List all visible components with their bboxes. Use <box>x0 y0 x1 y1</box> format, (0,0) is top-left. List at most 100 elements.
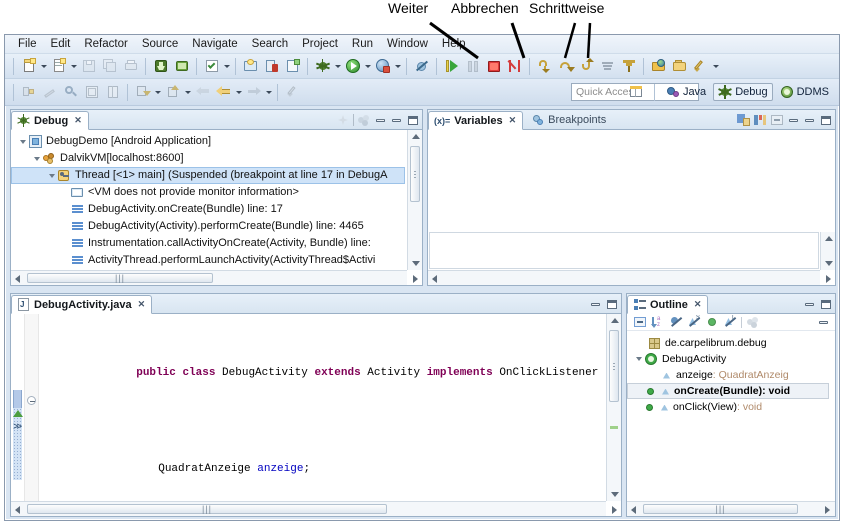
editor-marker-gutter[interactable]: ≫ <box>11 314 25 501</box>
tab-debugactivity-java[interactable]: J DebugActivity.java ✕ <box>11 295 153 314</box>
scroll-thumb[interactable]: ||| <box>27 504 387 514</box>
next-annotation-dropdown[interactable] <box>153 82 162 103</box>
annotation-button[interactable] <box>39 82 60 103</box>
minimize-icon[interactable] <box>803 114 816 127</box>
variables-detail-pane[interactable] <box>429 232 819 269</box>
scroll-thumb[interactable]: ||| <box>27 273 213 283</box>
fold-collapse-icon[interactable] <box>27 396 36 405</box>
prev-annotation-dropdown[interactable] <box>183 82 192 103</box>
hide-local-types-icon[interactable]: L <box>723 315 737 329</box>
outline-row-method-oncreate[interactable]: onCreate(Bundle) : void <box>627 383 829 399</box>
editor-vertical-scrollbar[interactable] <box>606 314 621 501</box>
scroll-right-button[interactable] <box>821 503 834 516</box>
scroll-left-button[interactable] <box>627 503 640 516</box>
expand-twisty[interactable] <box>17 139 28 144</box>
search-next-button[interactable] <box>60 82 81 103</box>
scroll-right-button[interactable] <box>608 503 621 516</box>
scroll-up-button[interactable] <box>409 130 422 143</box>
view-menu-icon[interactable] <box>787 114 800 127</box>
debug-vertical-scrollbar[interactable] <box>407 130 422 270</box>
view-menu-icon[interactable] <box>817 316 830 329</box>
expand-twisty[interactable] <box>31 156 42 161</box>
variables-vertical-scrollbar[interactable] <box>820 232 835 270</box>
view-menu-icon[interactable] <box>374 114 387 127</box>
tab-debug[interactable]: Debug ✕ <box>11 111 89 130</box>
hide-nonpublic-icon[interactable] <box>705 315 719 329</box>
scroll-right-button[interactable] <box>409 272 422 285</box>
minimize-icon[interactable] <box>390 114 403 127</box>
tree-node-vm[interactable]: DalvikVM[localhost:8600] <box>11 150 407 167</box>
outline-row-field-anzeige[interactable]: anzeige : QuadratAnzeig <box>627 367 835 383</box>
outline-horizontal-scrollbar[interactable]: ||| <box>627 501 835 516</box>
scroll-up-button[interactable] <box>608 314 621 327</box>
scroll-left-button[interactable] <box>11 272 24 285</box>
tree-node-frame-4[interactable]: ActivityThread.performLaunchActivity(Act… <box>11 252 407 269</box>
forward-yellow-dropdown[interactable] <box>234 82 243 103</box>
tree-node-frame-1[interactable]: DebugActivity.onCreate(Bundle) line: 17 <box>11 201 407 218</box>
scroll-left-button[interactable] <box>11 503 24 516</box>
view-collapse-icon[interactable] <box>770 113 784 127</box>
scroll-up-button[interactable] <box>822 232 835 245</box>
breadcrumb-button[interactable] <box>18 82 39 103</box>
scroll-down-button[interactable] <box>409 257 422 270</box>
remove-all-terminated-icon[interactable] <box>336 113 350 127</box>
breakpoint-marker-icon[interactable] <box>13 410 23 417</box>
tree-node-monitor[interactable]: <VM does not provide monitor information… <box>11 184 407 201</box>
tree-node-thread[interactable]: Thread [<1> main] (Suspended (breakpoint… <box>11 167 405 184</box>
scroll-down-button[interactable] <box>822 257 835 270</box>
link-with-editor-icon[interactable] <box>746 315 760 329</box>
view-a-button[interactable] <box>81 82 102 103</box>
outline-row-method-onclick[interactable]: onClick(View) : void <box>627 399 835 415</box>
outline-row-class[interactable]: DebugActivity <box>627 351 835 367</box>
expand-twisty[interactable] <box>46 173 57 178</box>
debug-horizontal-scrollbar[interactable]: ||| <box>11 270 418 285</box>
expand-twisty[interactable] <box>633 357 644 361</box>
outline-row-package[interactable]: de.carpelibrum.debug <box>627 335 835 351</box>
close-icon[interactable]: ✕ <box>74 115 82 126</box>
tree-node-launch[interactable]: DebugDemo [Android Application] <box>11 133 407 150</box>
tab-outline[interactable]: Outline ✕ <box>627 295 709 314</box>
minimize-icon[interactable] <box>803 298 816 311</box>
close-icon[interactable]: ✕ <box>138 299 146 310</box>
tree-node-frame-2[interactable]: DebugActivity(Activity).performCreate(Bu… <box>11 218 407 235</box>
view-b-button[interactable] <box>102 82 123 103</box>
maximize-icon[interactable] <box>819 298 832 311</box>
collapse-all-icon[interactable] <box>753 113 767 127</box>
perspective-debug[interactable]: Debug <box>713 83 773 101</box>
scroll-down-button[interactable] <box>608 488 621 501</box>
hide-fields-icon[interactable] <box>669 315 683 329</box>
scroll-thumb[interactable] <box>410 146 420 202</box>
maximize-icon[interactable] <box>819 114 832 127</box>
show-logical-structure-icon[interactable] <box>736 113 750 127</box>
collapse-all-icon[interactable] <box>633 315 647 329</box>
variables-horizontal-scrollbar[interactable] <box>428 270 831 285</box>
perspective-java[interactable]: Java <box>662 84 710 100</box>
editor-horizontal-scrollbar[interactable]: ||| <box>11 501 617 516</box>
minimize-icon[interactable] <box>589 298 602 311</box>
tree-node-frame-3[interactable]: Instrumentation.callActivityOnCreate(Act… <box>11 235 407 252</box>
prev-annotation-button[interactable] <box>162 82 183 103</box>
perspective-ddms[interactable]: DDMS <box>776 84 833 100</box>
forward-history-button[interactable] <box>243 82 264 103</box>
scroll-right-button[interactable] <box>822 272 835 285</box>
editor-folding-gutter[interactable] <box>25 314 39 501</box>
variables-content[interactable] <box>428 130 820 230</box>
maximize-icon[interactable] <box>605 298 618 311</box>
close-icon[interactable]: ✕ <box>509 115 517 126</box>
scroll-left-button[interactable] <box>428 272 441 285</box>
thread-group-icon[interactable] <box>357 113 371 127</box>
scroll-thumb[interactable]: ||| <box>643 504 798 514</box>
open-perspective-switch-button[interactable] <box>626 82 647 103</box>
tab-variables[interactable]: (x)= Variables ✕ <box>428 111 524 130</box>
close-icon[interactable]: ✕ <box>694 299 702 310</box>
hide-static-icon[interactable]: S <box>687 315 701 329</box>
back-history-button[interactable] <box>192 82 213 103</box>
editor-code-area[interactable]: ≫ public class DebugActivity extends Act… <box>11 314 621 516</box>
forward-yellow-button[interactable] <box>213 82 234 103</box>
last-edit-button[interactable] <box>282 82 303 103</box>
sort-icon[interactable]: a z <box>651 315 665 329</box>
forward-history-dropdown[interactable] <box>264 82 273 103</box>
next-annotation-button[interactable] <box>132 82 153 103</box>
maximize-icon[interactable] <box>406 114 419 127</box>
scroll-thumb[interactable] <box>609 330 619 402</box>
